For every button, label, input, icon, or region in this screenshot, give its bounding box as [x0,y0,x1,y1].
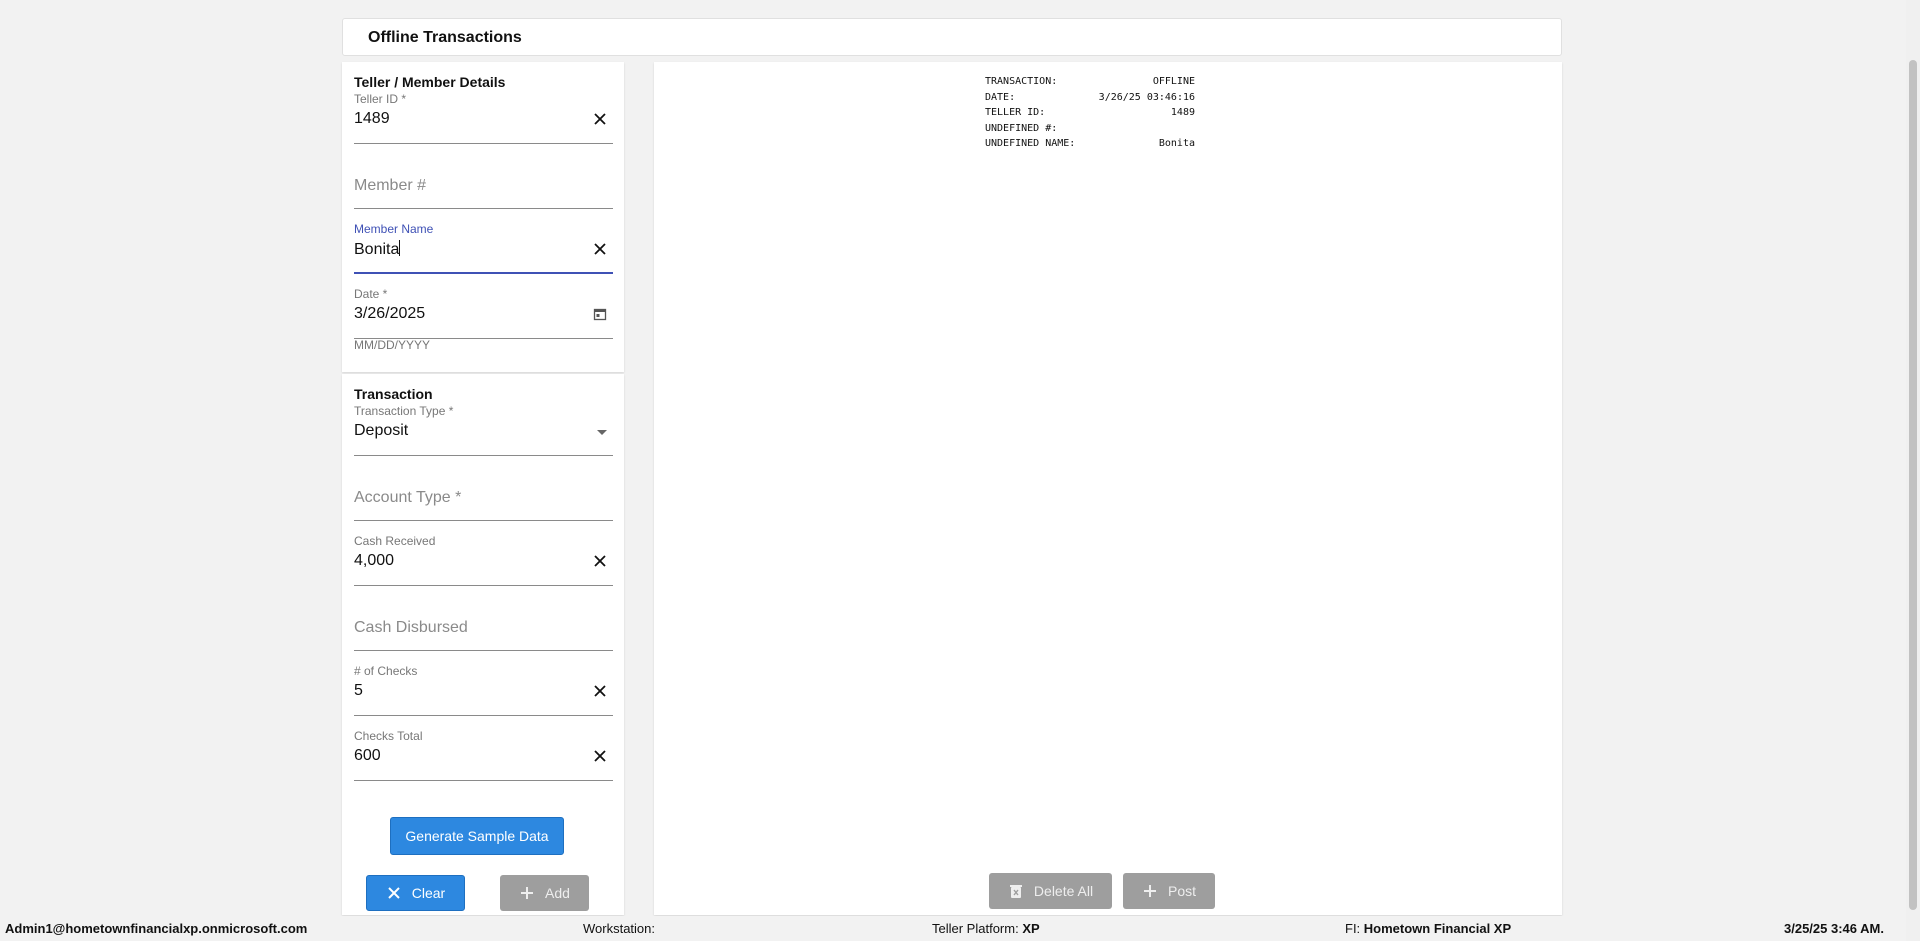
receipt-key: TELLER ID: [985,107,1046,118]
cash-disbursed-field[interactable]: Cash Disbursed [354,599,613,651]
num-checks-label: # of Checks [354,664,418,678]
clear-button-label: Clear [411,885,446,901]
clear-button[interactable]: Clear [366,875,465,911]
member-name-value: Bonita [354,240,401,259]
transaction-section-title: Transaction [354,386,433,402]
add-button-label: Add [545,885,570,901]
receipt-row: DATE: 3/26/25 03:46:16 [985,90,1195,106]
post-button-label: Post [1167,883,1196,899]
dropdown-caret-icon[interactable] [597,430,607,435]
transaction-type-select[interactable]: Transaction Type * Deposit [354,404,613,456]
transaction-type-label: Transaction Type * [354,404,454,418]
page-title: Offline Transactions [368,29,522,46]
page-header: Offline Transactions [342,18,1562,56]
member-number-field[interactable]: Member # [354,157,613,209]
member-name-label: Member Name [354,222,434,236]
checks-total-field[interactable]: Checks Total 600 [354,729,613,781]
delete-all-button[interactable]: Delete All [989,873,1112,909]
plus-icon [521,887,534,899]
status-bar: Admin1@hometownfinancialxp.onmicrosoft.c… [0,916,1920,941]
member-name-field[interactable]: Member Name Bonita [354,222,613,274]
plus-icon [1143,885,1156,897]
num-checks-field[interactable]: # of Checks 5 [354,664,613,716]
teller-member-panel: Teller / Member Details Teller ID * 1489… [342,62,624,372]
post-button[interactable]: Post [1123,873,1215,909]
add-button[interactable]: Add [500,875,589,911]
receipt-row: UNDEFINED #: [985,121,1195,137]
account-type-placeholder: Account Type * [354,489,462,506]
receipt-value: Bonita [1158,138,1195,149]
transaction-panel: Transaction Transaction Type * Deposit A… [342,374,624,915]
date-label: Date * [354,287,388,301]
close-icon [388,887,400,899]
footer-fi-value: Hometown Financial XP [1363,921,1512,936]
receipt-preview-panel: TRANSACTION: OFFLINE DATE: 3/26/25 03:46:16… [654,62,1562,915]
date-value: 3/26/2025 [354,305,426,322]
receipt-key: UNDEFINED NAME: [985,138,1076,149]
calendar-icon[interactable] [593,307,607,321]
receipt-row: UNDEFINED NAME: Bonita [985,136,1195,152]
teller-id-value: 1489 [354,110,390,127]
trash-icon [1009,885,1022,898]
teller-id-field[interactable]: Teller ID * 1489 [354,92,613,144]
receipt-value: OFFLINE [1152,76,1195,87]
clear-cash-received-icon[interactable] [593,554,607,568]
receipt-row: TRANSACTION: OFFLINE [985,74,1195,90]
clear-teller-id-icon[interactable] [593,112,607,126]
num-checks-value: 5 [354,682,363,699]
member-name-text: Bonita [354,241,400,258]
teller-id-label: Teller ID * [354,92,407,106]
cash-received-label: Cash Received [354,534,436,548]
text-cursor [399,240,401,256]
transaction-type-value: Deposit [354,422,409,439]
clear-num-checks-icon[interactable] [593,684,607,698]
member-number-placeholder: Member # [354,177,427,194]
scrollbar-thumb[interactable] [1909,60,1917,910]
receipt-key: TRANSACTION: [985,76,1058,87]
receipt-key: DATE: [985,91,1016,103]
receipt-value: 1489 [1170,107,1195,118]
account-type-field[interactable]: Account Type * [354,469,613,521]
teller-section-title: Teller / Member Details [354,74,506,90]
receipt-key: UNDEFINED #: [985,122,1058,134]
receipt-row: TELLER ID: 1489 [985,105,1195,121]
date-field[interactable]: Date * 3/26/2025 [354,287,613,339]
receipt-value: 3/26/25 03:46:16 [1098,91,1195,103]
checks-total-value: 600 [354,747,381,764]
cash-disbursed-placeholder: Cash Disbursed [354,619,468,636]
checks-total-label: Checks Total [354,729,423,743]
footer-workstation-label: Workstation: [583,921,656,936]
clear-checks-total-icon[interactable] [593,749,607,763]
footer-platform-label: Teller Platform: [932,921,1019,936]
delete-all-label: Delete All [1033,883,1094,899]
page-scrollbar[interactable] [1906,0,1920,941]
date-format-hint: MM/DD/YYYY [354,338,431,352]
cash-received-value: 4,000 [354,552,395,569]
footer-fi-label: FI: [1345,921,1361,936]
clear-member-name-icon[interactable] [593,242,607,256]
footer-datetime: 3/25/25 3:46 AM. [1784,921,1884,936]
footer-platform-value: XP [1022,921,1040,936]
generate-sample-data-button[interactable]: Generate Sample Data [390,817,564,855]
footer-user: Admin1@hometownfinancialxp.onmicrosoft.c… [5,921,308,936]
cash-received-field[interactable]: Cash Received 4,000 [354,534,613,586]
receipt: TRANSACTION: OFFLINE DATE: 3/26/25 03:46:16… [985,74,1195,152]
